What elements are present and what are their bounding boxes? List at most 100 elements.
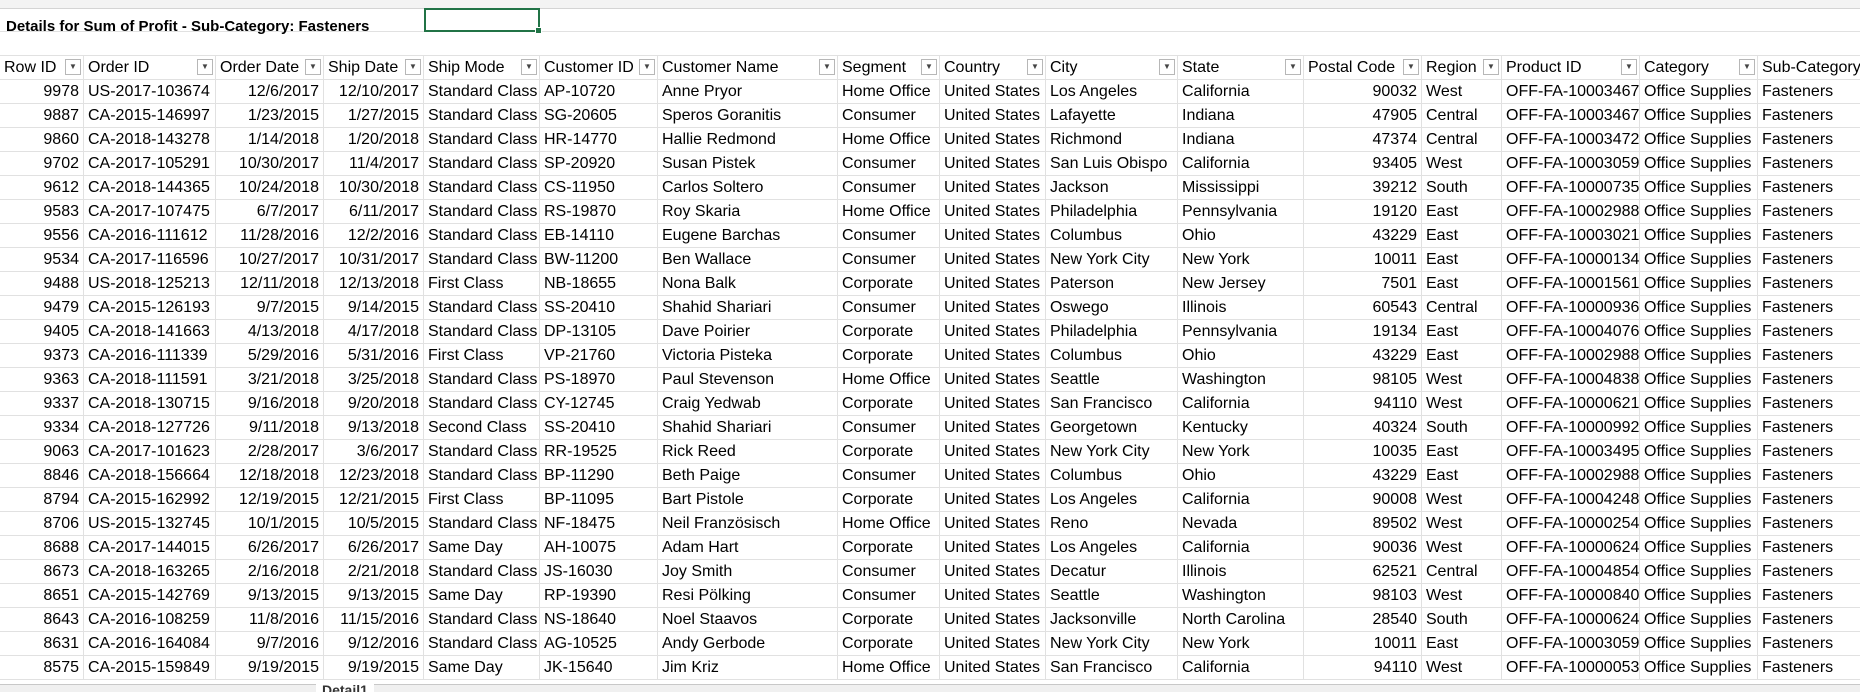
cell-row-id[interactable]: 9363 (0, 368, 84, 392)
cell-postal-code[interactable]: 10011 (1304, 632, 1422, 656)
cell-order-date[interactable]: 9/13/2015 (216, 584, 324, 608)
cell-country[interactable]: United States (940, 224, 1046, 248)
cell-customer-id[interactable]: JK-15640 (540, 656, 658, 680)
cell-customer-name[interactable]: Jim Kriz (658, 656, 838, 680)
cell-segment[interactable]: Home Office (838, 656, 940, 680)
cell-category[interactable]: Office Supplies (1640, 176, 1758, 200)
cell-customer-name[interactable]: Rick Reed (658, 440, 838, 464)
cell-state[interactable]: Pennsylvania (1178, 200, 1304, 224)
cell-product-id[interactable]: OFF-FA-10000992 (1502, 416, 1640, 440)
cell-order-date[interactable]: 1/23/2015 (216, 104, 324, 128)
cell-ship-mode[interactable]: Standard Class (424, 440, 540, 464)
cell-segment[interactable]: Home Office (838, 512, 940, 536)
cell-customer-id[interactable]: AG-10525 (540, 632, 658, 656)
cell-order-date[interactable]: 3/21/2018 (216, 368, 324, 392)
cell-region[interactable]: West (1422, 368, 1502, 392)
cell-customer-id[interactable]: NS-18640 (540, 608, 658, 632)
cell-order-date[interactable]: 9/11/2018 (216, 416, 324, 440)
cell-postal-code[interactable]: 43229 (1304, 464, 1422, 488)
cell-row-id[interactable]: 8688 (0, 536, 84, 560)
cell-ship-mode[interactable]: First Class (424, 488, 540, 512)
cell-postal-code[interactable]: 28540 (1304, 608, 1422, 632)
cell-city[interactable]: Columbus (1046, 224, 1178, 248)
cell-order-id[interactable]: CA-2018-127726 (84, 416, 216, 440)
cell-ship-mode[interactable]: Standard Class (424, 512, 540, 536)
cell-row-id[interactable]: 8643 (0, 608, 84, 632)
filter-dropdown-icon[interactable]: ▼ (65, 59, 81, 75)
cell-customer-name[interactable]: Anne Pryor (658, 80, 838, 104)
cell-order-date[interactable]: 10/1/2015 (216, 512, 324, 536)
cell-category[interactable]: Office Supplies (1640, 368, 1758, 392)
cell-category[interactable]: Office Supplies (1640, 224, 1758, 248)
cell-sub-category[interactable]: Fasteners (1758, 392, 1860, 416)
cell-country[interactable]: United States (940, 560, 1046, 584)
cell-country[interactable]: United States (940, 608, 1046, 632)
cell-postal-code[interactable]: 90036 (1304, 536, 1422, 560)
cell-sub-category[interactable]: Fasteners (1758, 368, 1860, 392)
cell-region[interactable]: Central (1422, 128, 1502, 152)
cell-region[interactable]: West (1422, 488, 1502, 512)
cell-sub-category[interactable]: Fasteners (1758, 248, 1860, 272)
cell-customer-name[interactable]: Paul Stevenson (658, 368, 838, 392)
cell-customer-id[interactable]: AP-10720 (540, 80, 658, 104)
cell-customer-name[interactable]: Noel Staavos (658, 608, 838, 632)
cell-city[interactable]: Richmond (1046, 128, 1178, 152)
cell-country[interactable]: United States (940, 320, 1046, 344)
cell-segment[interactable]: Home Office (838, 368, 940, 392)
cell-ship-date[interactable]: 2/21/2018 (324, 560, 424, 584)
cell-city[interactable]: Philadelphia (1046, 200, 1178, 224)
cell-region[interactable]: East (1422, 224, 1502, 248)
cell-category[interactable]: Office Supplies (1640, 248, 1758, 272)
cell-state[interactable]: Ohio (1178, 464, 1304, 488)
cell-customer-name[interactable]: Roy Skaria (658, 200, 838, 224)
cell-postal-code[interactable]: 62521 (1304, 560, 1422, 584)
cell-ship-date[interactable]: 4/17/2018 (324, 320, 424, 344)
cell-order-id[interactable]: CA-2015-159849 (84, 656, 216, 680)
cell-region[interactable]: East (1422, 344, 1502, 368)
cell-order-date[interactable]: 12/6/2017 (216, 80, 324, 104)
cell-state[interactable]: New York (1178, 440, 1304, 464)
cell-ship-mode[interactable]: Standard Class (424, 560, 540, 584)
cell-state[interactable]: New York (1178, 248, 1304, 272)
cell-segment[interactable]: Consumer (838, 584, 940, 608)
cell-state[interactable]: California (1178, 488, 1304, 512)
filter-dropdown-icon[interactable]: ▼ (819, 59, 835, 75)
cell-ship-mode[interactable]: Standard Class (424, 80, 540, 104)
cell-customer-id[interactable]: HR-14770 (540, 128, 658, 152)
cell-sub-category[interactable]: Fasteners (1758, 560, 1860, 584)
cell-city[interactable]: Lafayette (1046, 104, 1178, 128)
cell-customer-name[interactable]: Dave Poirier (658, 320, 838, 344)
cell-customer-id[interactable]: AH-10075 (540, 536, 658, 560)
cell-customer-name[interactable]: Resi Pölking (658, 584, 838, 608)
column-header-sub-category[interactable]: Sub-Category (1758, 56, 1860, 80)
cell-row-id[interactable]: 8846 (0, 464, 84, 488)
cell-ship-mode[interactable]: Standard Class (424, 128, 540, 152)
cell-segment[interactable]: Consumer (838, 224, 940, 248)
cell-product-id[interactable]: OFF-FA-10002988 (1502, 344, 1640, 368)
cell-city[interactable]: Seattle (1046, 368, 1178, 392)
cell-row-id[interactable]: 9405 (0, 320, 84, 344)
cell-product-id[interactable]: OFF-FA-10000621 (1502, 392, 1640, 416)
cell-customer-name[interactable]: Craig Yedwab (658, 392, 838, 416)
cell-segment[interactable]: Consumer (838, 152, 940, 176)
cell-category[interactable]: Office Supplies (1640, 488, 1758, 512)
cell-customer-id[interactable]: DP-13105 (540, 320, 658, 344)
cell-city[interactable]: Reno (1046, 512, 1178, 536)
cell-order-date[interactable]: 10/24/2018 (216, 176, 324, 200)
cell-country[interactable]: United States (940, 128, 1046, 152)
cell-customer-id[interactable]: SP-20920 (540, 152, 658, 176)
cell-ship-date[interactable]: 10/5/2015 (324, 512, 424, 536)
cell-customer-name[interactable]: Eugene Barchas (658, 224, 838, 248)
cell-product-id[interactable]: OFF-FA-10000624 (1502, 608, 1640, 632)
cell-segment[interactable]: Corporate (838, 344, 940, 368)
cell-sub-category[interactable]: Fasteners (1758, 536, 1860, 560)
cell-product-id[interactable]: OFF-FA-10003021 (1502, 224, 1640, 248)
cell-order-date[interactable]: 9/19/2015 (216, 656, 324, 680)
cell-ship-mode[interactable]: Standard Class (424, 176, 540, 200)
cell-postal-code[interactable]: 98105 (1304, 368, 1422, 392)
cell-state[interactable]: Mississippi (1178, 176, 1304, 200)
cell-country[interactable]: United States (940, 440, 1046, 464)
cell-region[interactable]: West (1422, 584, 1502, 608)
cell-product-id[interactable]: OFF-FA-10000735 (1502, 176, 1640, 200)
cell-product-id[interactable]: OFF-FA-10004076 (1502, 320, 1640, 344)
